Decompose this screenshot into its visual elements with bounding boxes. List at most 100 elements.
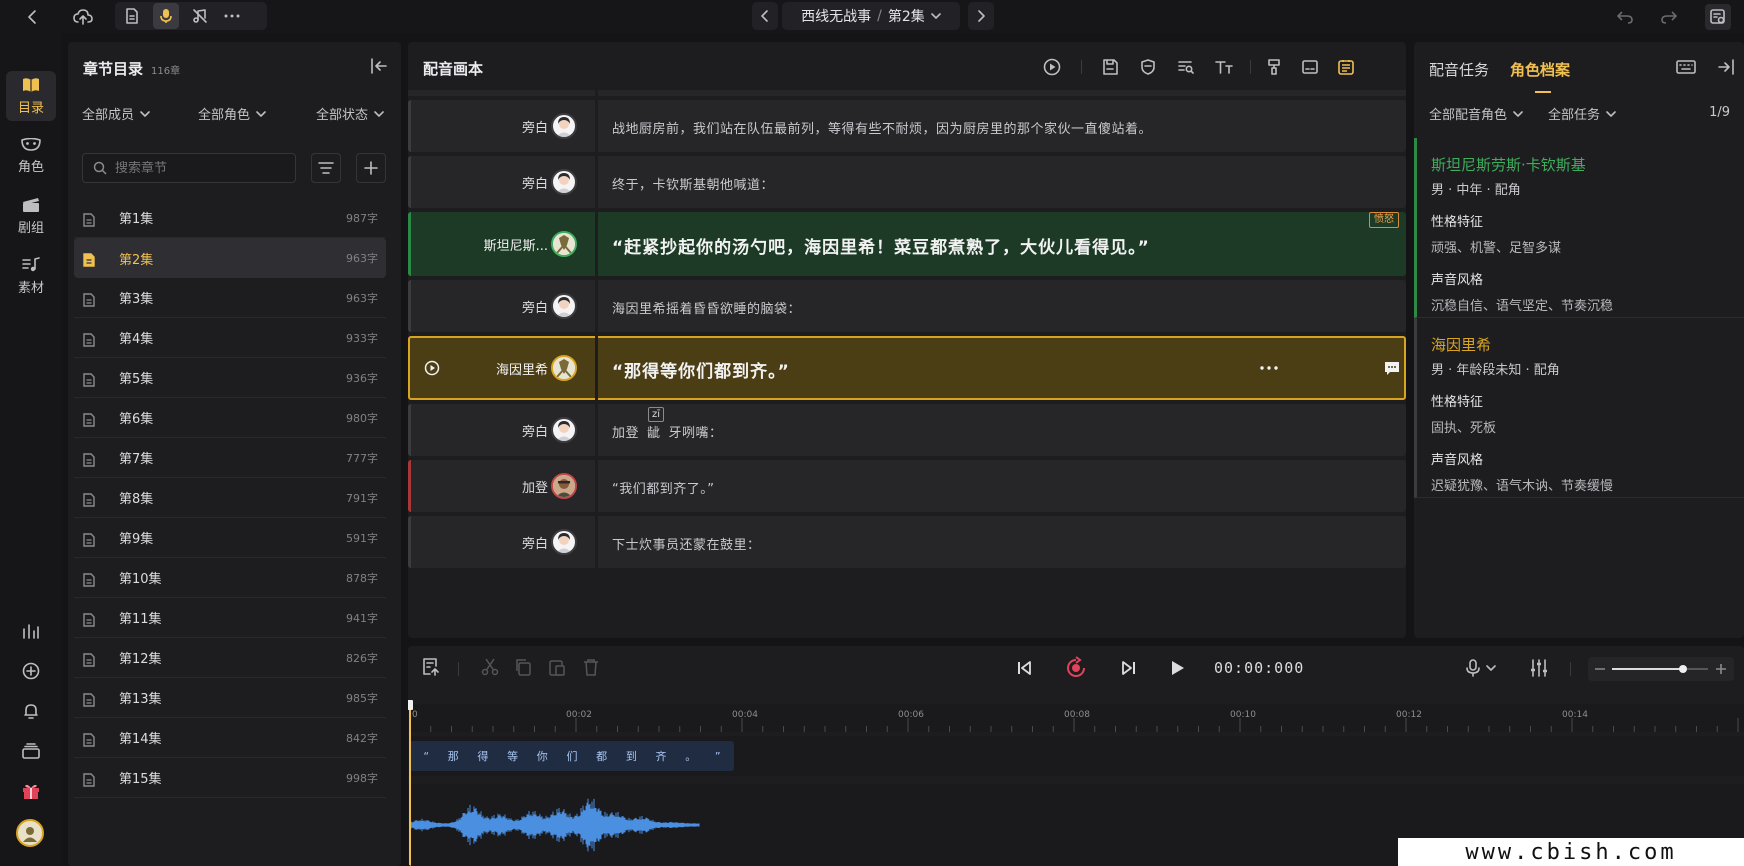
comment-icon[interactable] [1384,360,1400,376]
chapter-item[interactable]: 第4集 933字 [74,318,386,358]
subtitle-icon[interactable] [1300,57,1320,77]
chapter-item[interactable]: 第10集 878字 [74,558,386,598]
role-avatar[interactable] [551,417,577,443]
chapter-item[interactable]: 第7集 777字 [74,438,386,478]
filter-members[interactable]: 全部成员 [82,104,150,123]
bell-icon[interactable] [19,699,43,723]
text-clip[interactable]: “ 那 得 等 你 们 都 到 齐 。 ” [410,741,734,771]
add-circle-icon[interactable] [19,659,43,683]
row-role-name[interactable]: 旁白 [522,533,548,552]
next-episode-button[interactable] [968,2,994,30]
role-avatar[interactable] [551,293,577,319]
role-card[interactable]: 斯坦尼斯劳斯·卡钦斯基男 · 中年 · 配角 性格特征 顽强、机警、足智多谋 声音风格… [1414,138,1744,318]
import-text-icon[interactable] [422,658,440,676]
role-card[interactable]: 海因里希男 · 年龄段未知 · 配角 性格特征 固执、死板 声音风格 迟疑犹豫、语气木讷… [1414,318,1744,498]
redo-icon[interactable] [1656,4,1682,30]
script-row[interactable]: 海因里希 “那得等你们都到齐。” [408,336,1406,400]
episode-title-selector[interactable]: 西线无战事 / 第2集 [782,2,960,30]
rail-item-roles[interactable]: 角色 [6,131,56,181]
row-text[interactable]: 下士炊事员还蒙在鼓里： [612,534,761,553]
row-text[interactable]: “那得等你们都到齐。” [612,357,790,382]
chapter-item[interactable]: 第2集 963字 [74,238,386,278]
user-avatar[interactable] [16,819,44,847]
row-text[interactable]: 战地厨房前，我们站在队伍最前列，等得有些不耐烦，因为厨房里的那个家伙一直傻站着。 [612,118,1152,137]
role-avatar[interactable] [551,169,577,195]
copy-icon[interactable] [514,658,532,676]
rail-item-catalog[interactable]: 目录 [6,71,56,121]
tab-dubbing-tasks[interactable]: 配音任务 [1429,59,1489,80]
settings-panel-icon[interactable] [1705,4,1731,30]
chapter-item[interactable]: 第1集 987字 [74,198,386,238]
script-row[interactable]: 旁白 下士炊事员还蒙在鼓里： [408,516,1406,568]
notes-icon[interactable] [1336,57,1356,77]
tab-role-profile[interactable]: 角色档案 [1510,59,1570,80]
role-avatar[interactable] [551,231,577,257]
role-avatar[interactable] [551,529,577,555]
chapter-item[interactable]: 第3集 963字 [74,278,386,318]
scissors-icon[interactable] [481,658,499,676]
skip-back-icon[interactable] [1016,660,1032,676]
role-avatar[interactable] [551,113,577,139]
font-size-icon[interactable] [1214,57,1234,77]
chapter-item[interactable]: 第5集 936字 [74,358,386,398]
paste-icon[interactable] [548,658,566,676]
gift-icon[interactable] [19,779,43,803]
zoom-out-icon[interactable] [1594,663,1606,675]
save-icon[interactable] [1100,57,1120,77]
play-circle-icon[interactable] [1042,57,1062,77]
delete-icon[interactable] [582,658,600,676]
prev-episode-button[interactable] [752,2,778,30]
sort-button[interactable] [311,153,341,183]
record-button[interactable] [1064,656,1088,680]
emotion-tag[interactable]: 愤怒 [1369,212,1399,228]
script-row[interactable]: 旁白 海因里希摇着昏昏欲睡的脑袋： [408,280,1406,332]
add-chapter-button[interactable] [356,153,386,183]
row-play-icon[interactable] [424,360,440,376]
chapter-item[interactable]: 第14集 842字 [74,718,386,758]
statistics-icon[interactable] [19,619,43,643]
mic-selector[interactable] [1466,659,1496,677]
script-row[interactable]: 旁白 加登龇牙咧嘴： zī [408,404,1406,456]
more-icon[interactable] [1260,366,1278,370]
play-icon[interactable] [1171,660,1185,676]
filter-tasks[interactable]: 全部任务 [1548,104,1616,123]
layers-icon[interactable] [19,739,43,763]
chapter-item[interactable]: 第11集 941字 [74,598,386,638]
role-avatar[interactable] [551,355,577,381]
chapter-item[interactable]: 第9集 591字 [74,518,386,558]
row-text[interactable]: “赶紧抄起你的汤勺吧，海因里希！菜豆都煮熟了，大伙儿看得见。” [612,233,1150,258]
chapter-item[interactable]: 第15集 998字 [74,758,386,798]
keyboard-icon[interactable] [1676,60,1696,74]
playhead-handle[interactable] [408,700,413,710]
row-role-name[interactable]: 海因里希 [496,359,548,378]
find-text-icon[interactable] [1176,57,1196,77]
filter-status[interactable]: 全部状态 [316,104,384,123]
script-row[interactable]: 加登 “我们都到齐了。” [408,460,1406,512]
script-row[interactable]: 旁白 终于，卡钦斯基朝他喊道： [408,156,1406,208]
rail-item-materials[interactable]: 素材 [6,251,56,301]
row-text[interactable]: 加登龇牙咧嘴： [612,422,723,441]
playhead[interactable] [409,702,411,866]
mixer-icon[interactable] [1530,659,1548,677]
chapter-item[interactable]: 第8集 791字 [74,478,386,518]
chapter-item[interactable]: 第12集 826字 [74,638,386,678]
skip-forward-icon[interactable] [1121,660,1137,676]
undo-icon[interactable] [1612,4,1638,30]
microphone-icon[interactable] [153,3,179,29]
script-row[interactable]: 斯坦尼斯... “赶紧抄起你的汤勺吧，海因里希！菜豆都煮熟了，大伙儿看得见。” 愤怒 [408,212,1406,276]
row-role-name[interactable]: 旁白 [522,421,548,440]
collapse-panel-icon[interactable] [370,58,388,74]
zoom-slider-track[interactable] [1612,665,1708,673]
document-icon[interactable] [119,3,145,29]
script-row[interactable]: 旁白 战地厨房前，我们站在队伍最前列，等得有些不耐烦，因为厨房里的那个家伙一直傻站… [408,100,1406,152]
music-off-icon[interactable] [187,3,213,29]
row-role-name[interactable]: 斯坦尼斯... [484,235,548,254]
row-text[interactable]: 终于，卡钦斯基朝他喊道： [612,174,774,193]
more-icon[interactable] [219,3,245,29]
row-text[interactable]: “我们都到齐了。” [612,478,714,497]
audio-waveform[interactable] [408,784,738,866]
filter-roles[interactable]: 全部角色 [198,104,266,123]
rail-item-crew[interactable]: 剧组 [6,191,56,241]
filter-dubbing-roles[interactable]: 全部配音角色 [1429,104,1523,123]
row-text-annotated-char[interactable]: 龇 [647,426,661,441]
